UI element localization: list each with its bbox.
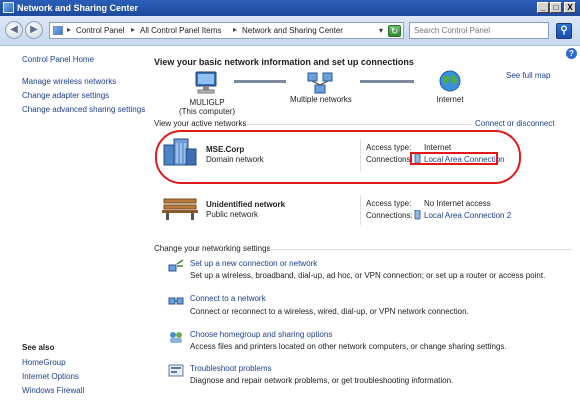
see-also-homegroup[interactable]: HomeGroup [22,358,66,367]
minimize-button[interactable]: _ [537,2,549,13]
task-homegroup-link[interactable]: Choose homegroup and sharing options [190,330,332,339]
map-link-line [234,80,286,83]
breadcrumb[interactable]: ▸ Control Panel ▸ All Control Panel Item… [49,22,404,39]
breadcrumb-all-items[interactable]: All Control Panel Items [140,26,221,35]
divider [266,249,572,250]
title-bar: Network and Sharing Center _ □ X [0,0,580,16]
network-center-icon [3,2,14,13]
left-nav: Control Panel Home Manage wireless netwo… [0,47,148,412]
map-internet: Internet [436,95,464,104]
see-also-windows-firewall[interactable]: Windows Firewall [22,386,84,395]
map-computer-name: MULIGLP [189,98,225,107]
highlight-rectangle [410,152,498,165]
see-full-map-link[interactable]: See full map [506,71,550,80]
chevron-down-icon[interactable]: ▾ [379,26,383,35]
nav-control-panel-home[interactable]: Control Panel Home [22,55,94,64]
task-description: Diagnose and repair network problems, or… [190,376,454,385]
globe-icon[interactable] [438,69,462,93]
divider [246,124,472,125]
breadcrumb-network-center[interactable]: Network and Sharing Center [242,26,343,35]
multiple-networks-icon[interactable] [306,71,334,95]
see-also-internet-options[interactable]: Internet Options [22,372,79,381]
main-content: View your basic network information and … [148,47,580,412]
ethernet-icon [414,210,421,220]
computer-icon[interactable] [194,71,220,95]
map-link-line [360,80,414,83]
map-multiple-networks: Multiple networks [290,95,352,104]
troubleshoot-icon [168,364,184,377]
homegroup-icon [170,332,182,343]
page-title: View your basic network information and … [154,57,414,67]
nav-change-adapter[interactable]: Change adapter settings [22,91,109,100]
task-setup-connection-link[interactable]: Set up a new connection or network [190,259,317,268]
access-type-value: No Internet access [424,199,491,208]
connect-network-icon [168,297,184,305]
task-troubleshoot-link[interactable]: Troubleshoot problems [190,364,272,373]
task-description: Connect or reconnect to a wireless, wire… [190,307,469,316]
map-computer-sub: (This computer) [178,107,235,116]
connections-label: Connections: [366,211,413,220]
close-button[interactable]: X [564,2,576,13]
task-description: Set up a wireless, broadband, dial-up, a… [190,271,546,280]
nav-manage-wireless[interactable]: Manage wireless networks [22,77,116,86]
connect-or-disconnect-link[interactable]: Connect or disconnect [475,119,555,128]
task-connect-network-link[interactable]: Connect to a network [190,294,266,303]
breadcrumb-separator: ▸ [67,25,72,34]
network-name: Unidentified network [206,200,286,209]
park-bench-icon [162,198,198,220]
breadcrumb-separator: ▸ [131,25,136,34]
search-box[interactable] [409,22,549,39]
see-also-heading: See also [22,343,55,352]
back-button[interactable]: ◀ [5,21,23,39]
breadcrumb-control-panel[interactable]: Control Panel [76,26,124,35]
search-input[interactable] [410,23,548,38]
access-type-label: Access type: [366,199,412,208]
breadcrumb-separator: ▸ [233,25,238,34]
task-description: Access files and printers located on oth… [190,342,507,351]
network-type[interactable]: Public network [206,210,258,219]
change-settings-label: Change your networking settings [154,244,271,253]
divider [360,195,361,225]
address-bar: ◀ ▶ ▸ Control Panel ▸ All Control Panel … [0,16,580,46]
window-title: Network and Sharing Center [17,3,139,13]
new-connection-icon [168,259,184,272]
forward-button[interactable]: ▶ [25,21,43,39]
maximize-button[interactable]: □ [550,2,562,13]
nav-change-advanced-sharing[interactable]: Change advanced sharing settings [22,105,145,114]
refresh-button[interactable]: ↻ [388,25,401,37]
active-networks-label: View your active networks [154,119,247,128]
control-panel-icon [53,26,63,35]
connection-link[interactable]: Local Area Connection 2 [424,211,511,220]
search-icon[interactable]: ⚲ [556,23,572,39]
